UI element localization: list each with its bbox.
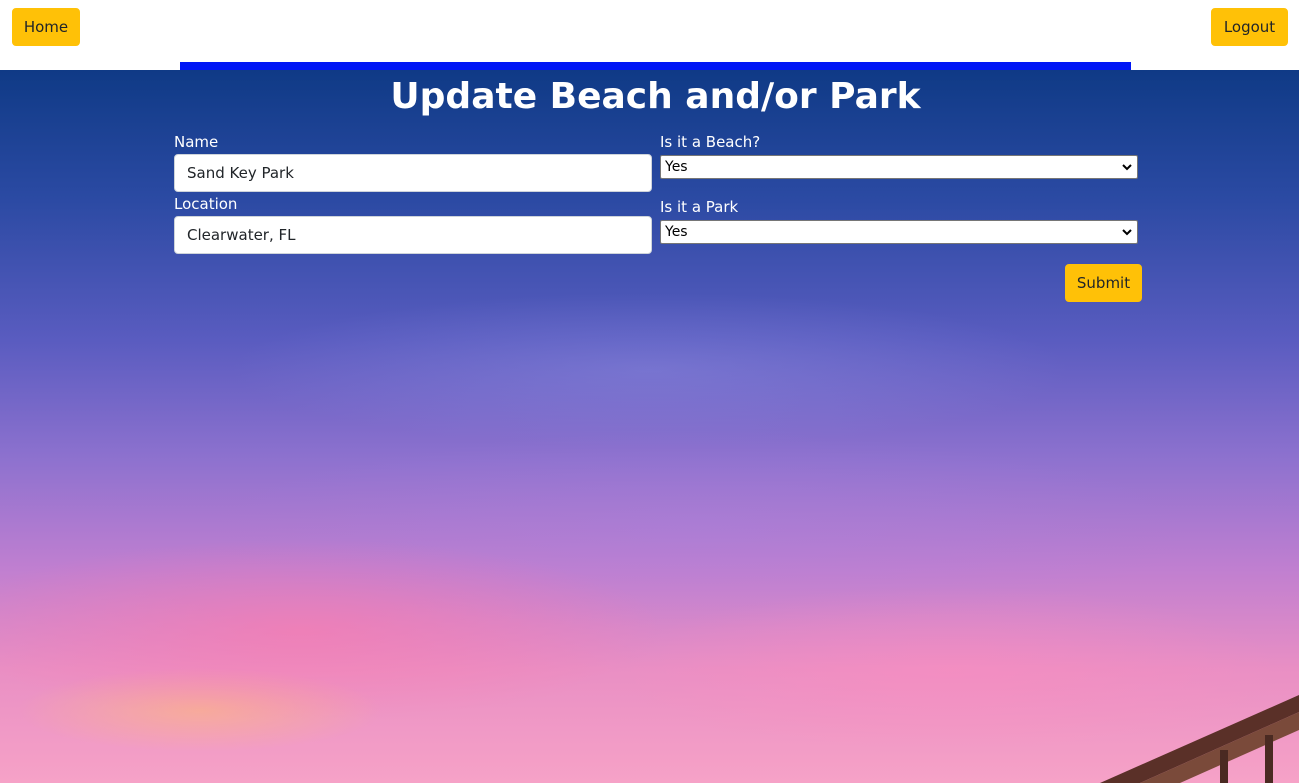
beach-label: Is it a Beach? <box>660 133 761 151</box>
park-select-value: Yes <box>665 224 688 240</box>
page-title: Update Beach and/or Park <box>390 76 921 117</box>
logout-button[interactable]: Logout <box>1211 8 1288 46</box>
accent-bar <box>180 62 1131 70</box>
beach-select[interactable]: Yes <box>660 155 1138 179</box>
location-label: Location <box>174 195 238 213</box>
park-select[interactable]: Yes <box>660 220 1138 244</box>
top-navbar: Home Logout <box>0 0 1299 70</box>
name-label: Name <box>174 133 219 151</box>
chevron-down-icon <box>1122 229 1132 236</box>
pavilion-roof-image <box>1100 695 1299 783</box>
beach-select-value: Yes <box>665 159 688 175</box>
park-label: Is it a Park <box>660 198 739 216</box>
submit-button[interactable]: Submit <box>1065 264 1142 302</box>
chevron-down-icon <box>1122 164 1132 171</box>
name-field[interactable] <box>174 154 652 192</box>
home-button[interactable]: Home <box>12 8 80 46</box>
location-field[interactable] <box>174 216 652 254</box>
